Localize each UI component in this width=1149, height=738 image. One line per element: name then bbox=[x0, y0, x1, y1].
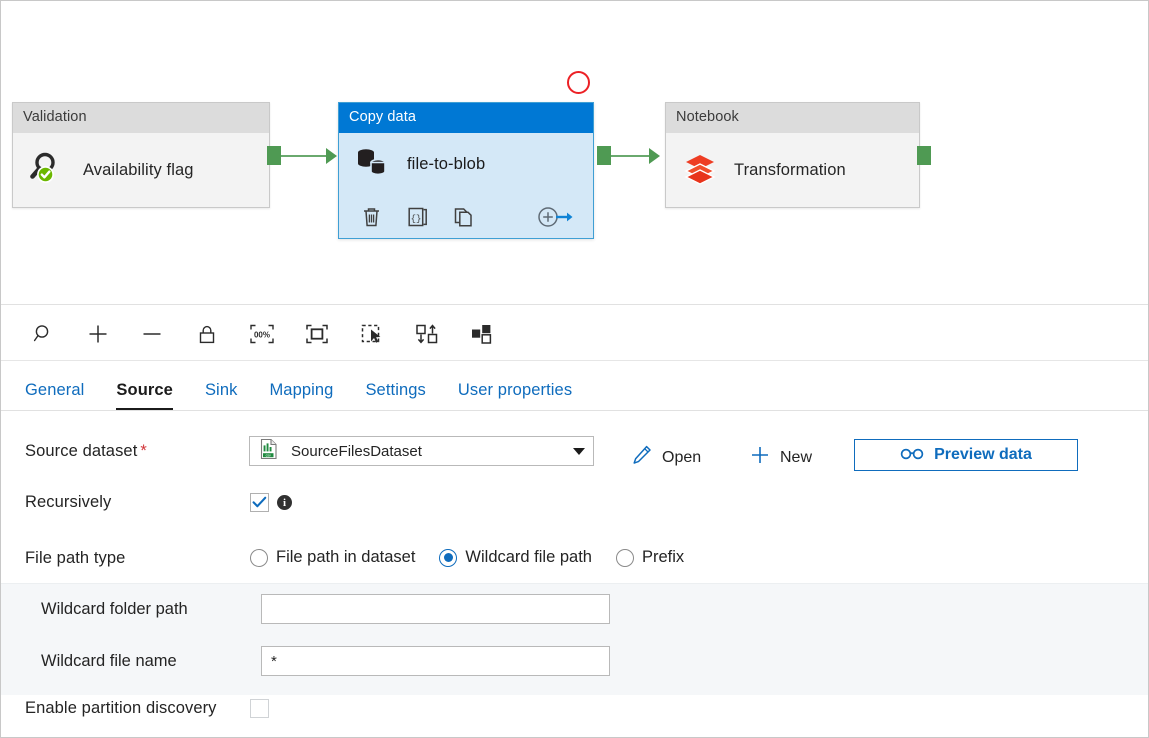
zoom-tool-icon[interactable] bbox=[24, 314, 64, 354]
csv-file-icon: csv bbox=[259, 438, 279, 464]
copy-data-activity-screen: Validation Availability flag Copy data f… bbox=[0, 0, 1149, 738]
canvas-toolbar: 00% bbox=[1, 306, 1148, 361]
magnifier-check-icon bbox=[29, 149, 67, 192]
radio-label: File path in dataset bbox=[276, 548, 416, 566]
tab-mapping[interactable]: Mapping bbox=[253, 381, 349, 410]
tab-source[interactable]: Source bbox=[100, 381, 189, 410]
auto-align-icon[interactable] bbox=[407, 314, 447, 354]
chevron-down-icon bbox=[573, 447, 585, 455]
node-name-label: Transformation bbox=[734, 160, 846, 179]
wildcard-folder-path-input[interactable] bbox=[261, 594, 610, 624]
new-label: New bbox=[780, 448, 813, 466]
copy-output-port[interactable] bbox=[597, 146, 611, 165]
recursively-checkbox[interactable] bbox=[250, 493, 269, 512]
file-path-type-row: File path type bbox=[25, 549, 125, 568]
radio-circle-icon bbox=[615, 548, 634, 567]
connector-arrowhead bbox=[326, 148, 337, 164]
plus-icon bbox=[749, 444, 771, 471]
wildcard-settings-panel: Wildcard folder path Wildcard file name bbox=[1, 583, 1148, 695]
recursively-label: Recursively bbox=[25, 493, 112, 511]
pencil-icon bbox=[631, 444, 653, 471]
node-name-label: file-to-blob bbox=[407, 155, 486, 173]
zoom-to-100-icon[interactable]: 00% bbox=[242, 314, 282, 354]
radio-prefix[interactable]: Prefix bbox=[615, 548, 685, 567]
source-dataset-select[interactable]: csv SourceFilesDataset bbox=[249, 436, 594, 466]
duplicate-icon[interactable] bbox=[453, 206, 499, 228]
pipeline-node-notebook[interactable]: Notebook Transformation bbox=[665, 102, 920, 208]
source-dataset-row: Source dataset * bbox=[25, 442, 147, 461]
radio-label: Prefix bbox=[641, 548, 685, 566]
open-label: Open bbox=[662, 448, 702, 466]
trash-icon[interactable] bbox=[361, 206, 407, 228]
radio-wildcard-file-path[interactable]: Wildcard file path bbox=[439, 548, 592, 567]
file-path-type-label: File path type bbox=[25, 549, 126, 567]
svg-text:00%: 00% bbox=[254, 331, 270, 340]
tab-sink[interactable]: Sink bbox=[189, 381, 254, 410]
radio-label: Wildcard file path bbox=[465, 548, 592, 566]
connector-validation-to-copy bbox=[281, 155, 327, 157]
partition-discovery-row: Enable partition discovery bbox=[25, 699, 217, 718]
preview-data-label: Preview data bbox=[934, 446, 1032, 463]
glasses-icon bbox=[900, 445, 924, 466]
file-path-type-radio-group: File path in dataset Wildcard file path … bbox=[250, 548, 708, 567]
source-settings-form: Source dataset * csv SourceFilesDataset bbox=[1, 411, 1148, 737]
partition-discovery-checkbox[interactable] bbox=[250, 699, 269, 718]
wildcard-file-name-row: Wildcard file name bbox=[41, 652, 177, 671]
radio-circle-icon bbox=[250, 548, 268, 567]
connector-arrowhead bbox=[649, 148, 660, 164]
partition-discovery-label: Enable partition discovery bbox=[25, 699, 217, 717]
copy-data-icon bbox=[355, 145, 391, 184]
radio-file-path-in-dataset[interactable]: File path in dataset bbox=[250, 548, 415, 567]
recursively-row: Recursively bbox=[25, 493, 111, 512]
lock-icon[interactable] bbox=[187, 314, 227, 354]
node-type-label: Copy data bbox=[339, 103, 593, 133]
zoom-to-fit-icon[interactable] bbox=[297, 314, 337, 354]
preview-data-button[interactable]: Preview data bbox=[854, 439, 1078, 471]
source-dataset-value: SourceFilesDataset bbox=[291, 442, 422, 460]
node-name-label: Availability flag bbox=[83, 160, 194, 179]
tab-general[interactable]: General bbox=[25, 381, 100, 410]
wildcard-file-name-label: Wildcard file name bbox=[41, 652, 177, 670]
node-type-label: Notebook bbox=[666, 103, 919, 133]
tab-user-properties[interactable]: User properties bbox=[442, 381, 588, 410]
zoom-in-icon[interactable] bbox=[78, 314, 118, 354]
pipeline-canvas[interactable]: Validation Availability flag Copy data f… bbox=[1, 1, 1148, 305]
activity-tabs: General Source Sink Mapping Settings Use… bbox=[1, 362, 1148, 411]
pipeline-node-copy-data[interactable]: Copy data file-to-blob {} bbox=[338, 102, 594, 239]
layout-view-icon[interactable] bbox=[462, 314, 502, 354]
databricks-icon bbox=[682, 151, 718, 190]
red-circle-annotation bbox=[567, 71, 590, 94]
open-dataset-button[interactable]: Open bbox=[631, 444, 701, 471]
radio-circle-selected-icon bbox=[439, 548, 458, 567]
svg-text:{}: {} bbox=[411, 214, 422, 224]
recursively-info-icon[interactable]: i bbox=[277, 495, 292, 510]
notebook-output-port[interactable] bbox=[917, 146, 931, 165]
connector-copy-to-notebook bbox=[611, 155, 649, 157]
tab-settings[interactable]: Settings bbox=[349, 381, 441, 410]
code-braces-icon[interactable]: {} bbox=[407, 206, 453, 228]
pipeline-node-validation[interactable]: Validation Availability flag bbox=[12, 102, 270, 208]
wildcard-folder-path-label: Wildcard folder path bbox=[41, 600, 188, 618]
svg-text:csv: csv bbox=[266, 454, 271, 458]
add-output-arrow-icon[interactable] bbox=[537, 206, 575, 228]
new-dataset-button[interactable]: New bbox=[749, 444, 812, 471]
node-type-label: Validation bbox=[13, 103, 269, 133]
wildcard-file-name-input[interactable] bbox=[261, 646, 610, 676]
source-dataset-label: Source dataset bbox=[25, 442, 138, 460]
zoom-out-icon[interactable] bbox=[132, 314, 172, 354]
validation-output-port[interactable] bbox=[267, 146, 281, 165]
wildcard-folder-path-row: Wildcard folder path bbox=[41, 600, 188, 619]
select-all-icon[interactable] bbox=[352, 314, 392, 354]
required-asterisk: * bbox=[140, 442, 147, 460]
